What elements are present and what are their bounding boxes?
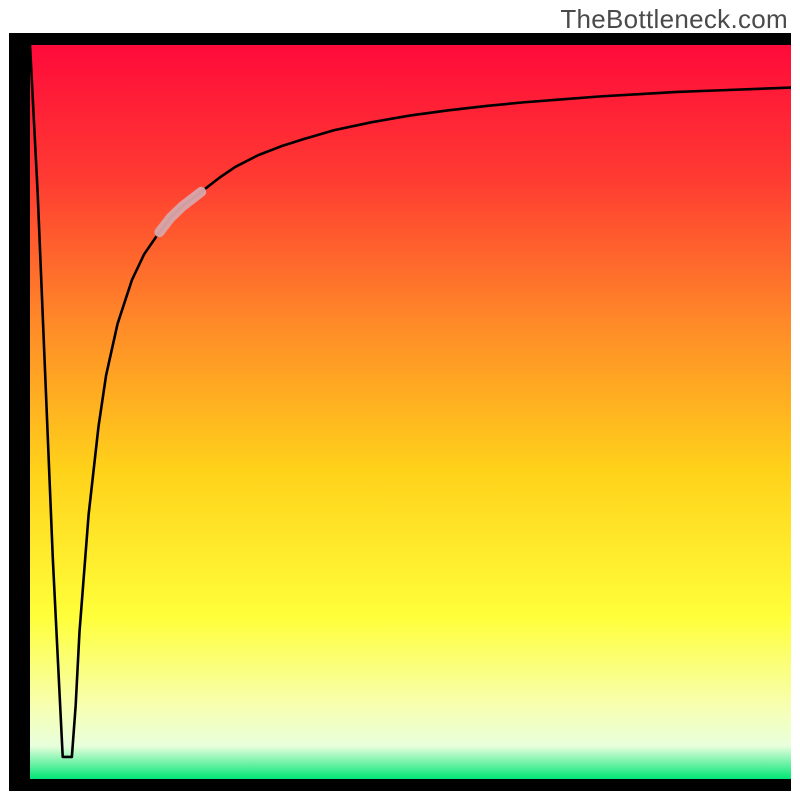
plot-frame <box>9 33 791 791</box>
chart-curve <box>30 45 791 779</box>
plot-area <box>30 45 791 779</box>
curve-highlight <box>159 192 201 232</box>
watermark-text: TheBottleneck.com <box>560 4 788 35</box>
curve-line <box>30 45 791 757</box>
